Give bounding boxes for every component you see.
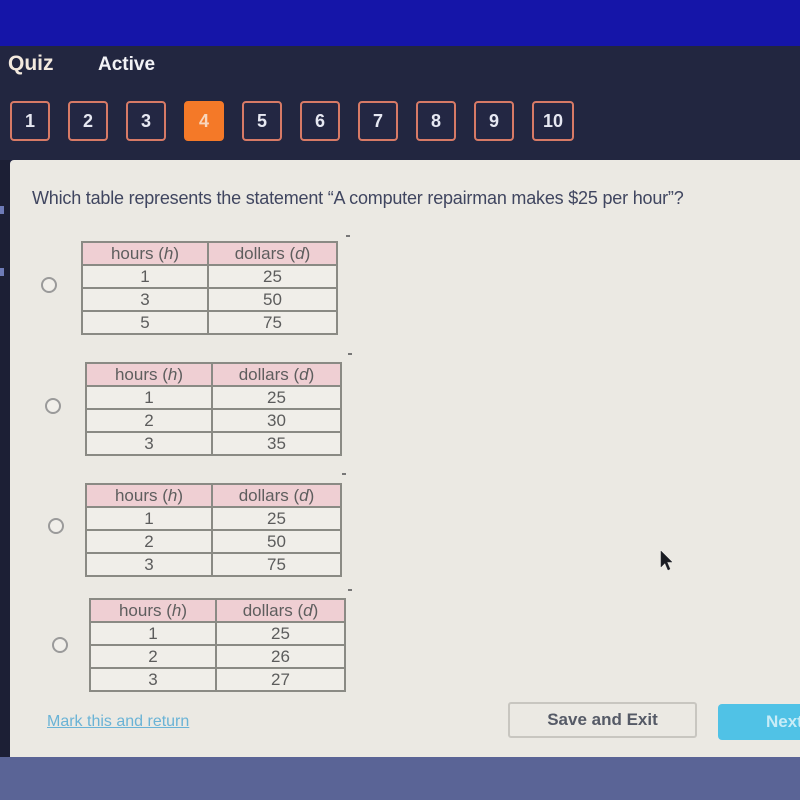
dollars-cell: 26 [215, 644, 346, 669]
quiz-status: Active [98, 54, 156, 75]
radio-button[interactable] [48, 518, 64, 534]
mouse-cursor-icon [660, 550, 673, 571]
header-dollars: dollars (d) [215, 598, 346, 623]
radio-button[interactable] [52, 637, 68, 653]
table-header-row: hours (h) dollars (d) [81, 241, 338, 266]
option-table: hours (h) dollars (d) 1 25 2 30 3 35 [85, 362, 342, 456]
top-band [0, 0, 800, 46]
dollars-cell: 27 [215, 667, 346, 692]
header-hours: hours (h) [89, 598, 217, 623]
hours-cell: 3 [85, 431, 213, 456]
question-text: Which table represents the statement “A … [32, 188, 684, 208]
hours-cell: 2 [85, 529, 213, 554]
table-row: 5 75 [81, 310, 338, 335]
divider-mark [348, 353, 352, 355]
header-dollars: dollars (d) [207, 241, 338, 266]
divider-mark [346, 235, 350, 237]
dollars-cell: 35 [211, 431, 342, 456]
table-row: 3 35 [85, 431, 342, 456]
hours-cell: 3 [89, 667, 217, 692]
hours-cell: 3 [81, 287, 209, 312]
question-button-9[interactable]: 9 [474, 101, 514, 141]
edge-marker [0, 268, 4, 276]
question-button-6[interactable]: 6 [300, 101, 340, 141]
dollars-cell: 25 [207, 264, 338, 289]
divider-mark [342, 473, 346, 475]
table-row: 1 25 [85, 385, 342, 410]
bottom-band [0, 757, 800, 800]
table-header-row: hours (h) dollars (d) [85, 483, 342, 508]
dollars-cell: 30 [211, 408, 342, 433]
dollars-cell: 50 [211, 529, 342, 554]
quiz-title: Quiz [8, 52, 54, 75]
header-dollars: dollars (d) [211, 362, 342, 387]
table-row: 2 30 [85, 408, 342, 433]
table-row: 3 75 [85, 552, 342, 577]
question-button-5[interactable]: 5 [242, 101, 282, 141]
hours-cell: 1 [85, 506, 213, 531]
dollars-cell: 50 [207, 287, 338, 312]
option-table: hours (h) dollars (d) 1 25 2 26 3 27 [89, 598, 346, 692]
answer-option-c[interactable]: hours (h) dollars (d) 1 25 2 50 3 75 [10, 473, 370, 581]
dollars-cell: 25 [211, 506, 342, 531]
question-navigator: 1 2 3 4 5 6 7 8 9 10 [10, 101, 592, 141]
table-header-row: hours (h) dollars (d) [85, 362, 342, 387]
divider-mark [348, 589, 352, 591]
hours-cell: 1 [85, 385, 213, 410]
header-hours: hours (h) [85, 362, 213, 387]
edge-marker [0, 206, 4, 214]
hours-cell: 2 [89, 644, 217, 669]
question-button-7[interactable]: 7 [358, 101, 398, 141]
dollars-cell: 75 [207, 310, 338, 335]
dollars-cell: 75 [211, 552, 342, 577]
question-button-4-current[interactable]: 4 [184, 101, 224, 141]
header-dollars: dollars (d) [211, 483, 342, 508]
question-button-10[interactable]: 10 [532, 101, 574, 141]
hours-cell: 1 [81, 264, 209, 289]
table-row: 3 27 [89, 667, 346, 692]
next-button[interactable]: Next [718, 704, 800, 740]
question-button-3[interactable]: 3 [126, 101, 166, 141]
dollars-cell: 25 [211, 385, 342, 410]
dollars-cell: 25 [215, 621, 346, 646]
table-row: 1 25 [81, 264, 338, 289]
option-table: hours (h) dollars (d) 1 25 2 50 3 75 [85, 483, 342, 577]
question-button-2[interactable]: 2 [68, 101, 108, 141]
table-row: 2 26 [89, 644, 346, 669]
answer-option-b[interactable]: hours (h) dollars (d) 1 25 2 30 3 35 [10, 353, 370, 461]
left-edge [0, 160, 10, 760]
option-table: hours (h) dollars (d) 1 25 3 50 5 75 [81, 241, 338, 335]
hours-cell: 5 [81, 310, 209, 335]
hours-cell: 1 [89, 621, 217, 646]
table-row: 1 25 [85, 506, 342, 531]
answer-option-a[interactable]: hours (h) dollars (d) 1 25 3 50 5 75 [10, 235, 370, 340]
radio-button[interactable] [41, 277, 57, 293]
save-and-exit-button[interactable]: Save and Exit [508, 702, 697, 738]
table-row: 2 50 [85, 529, 342, 554]
question-button-8[interactable]: 8 [416, 101, 456, 141]
table-row: 1 25 [89, 621, 346, 646]
radio-button[interactable] [45, 398, 61, 414]
hours-cell: 2 [85, 408, 213, 433]
answer-option-d[interactable]: hours (h) dollars (d) 1 25 2 26 3 27 [10, 589, 370, 697]
mark-and-return-link[interactable]: Mark this and return [47, 713, 189, 731]
table-row: 3 50 [81, 287, 338, 312]
header-hours: hours (h) [85, 483, 213, 508]
table-header-row: hours (h) dollars (d) [89, 598, 346, 623]
header-hours: hours (h) [81, 241, 209, 266]
question-card: Which table represents the statement “A … [10, 160, 800, 757]
question-button-1[interactable]: 1 [10, 101, 50, 141]
hours-cell: 3 [85, 552, 213, 577]
